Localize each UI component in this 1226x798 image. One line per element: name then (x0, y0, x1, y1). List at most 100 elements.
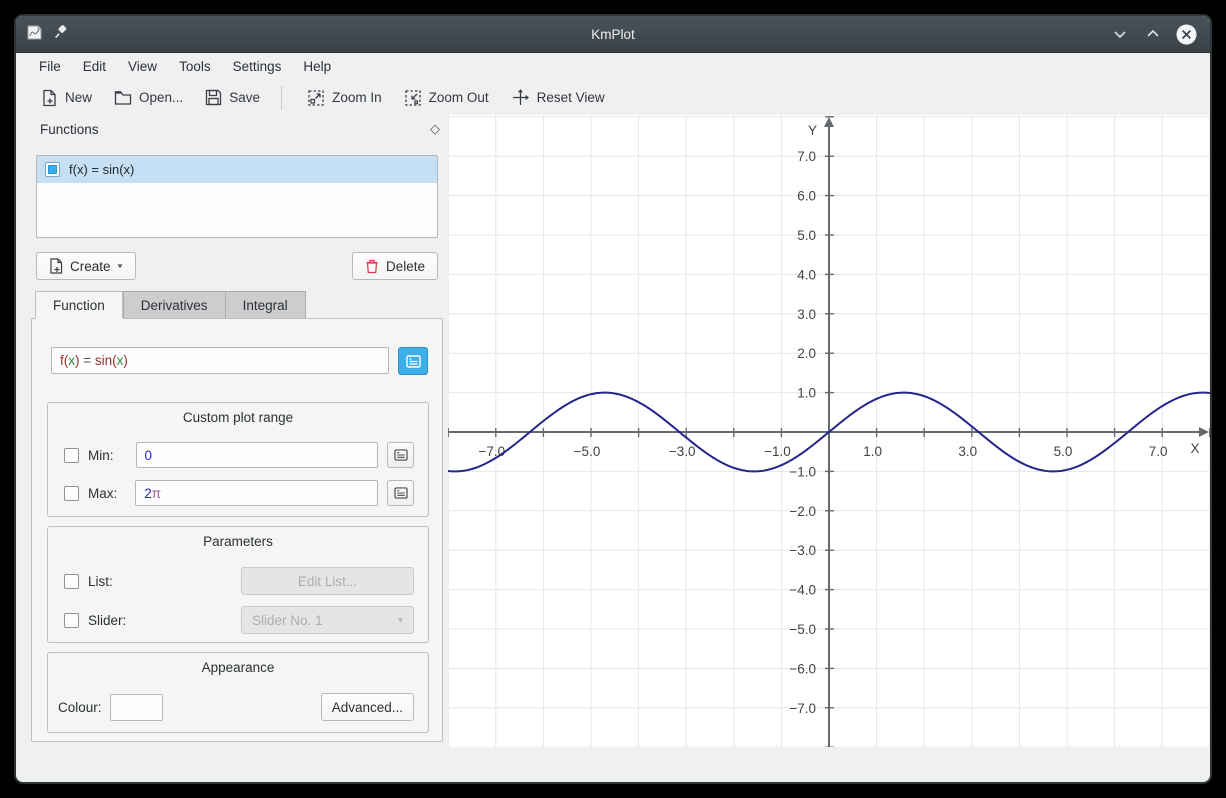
svg-text:7.0: 7.0 (797, 149, 816, 164)
svg-text:−3.0: −3.0 (789, 543, 816, 558)
menu-edit[interactable]: Edit (72, 55, 117, 78)
equation-input[interactable]: f(x) = sin(x) (51, 347, 389, 374)
parameter-list-label: List: (88, 574, 113, 589)
parameter-list-checkbox[interactable] (64, 574, 79, 589)
parameters-title: Parameters (48, 527, 428, 549)
menu-tools[interactable]: Tools (168, 55, 222, 78)
functions-dock: Functions ◇ f(x) = sin(x) Create ▾ Delet… (24, 115, 448, 765)
plot-svg: −7.0 −5.0 −3.0 −1.0 1.0 3.0 5.0 7.0 7.0 6.0 5.0 4.0… (448, 115, 1210, 747)
svg-text:6.0: 6.0 (797, 189, 816, 204)
combo-chevron-icon: ▾ (398, 616, 403, 625)
parameter-slider-checkbox[interactable] (64, 613, 79, 628)
dock-float-icon[interactable]: ◇ (430, 121, 440, 137)
zoom-out-icon (404, 89, 422, 107)
delete-button[interactable]: Delete (352, 252, 438, 280)
parameter-slider-label: Slider: (88, 613, 126, 628)
equation-list-icon (406, 355, 421, 368)
create-button[interactable]: Create ▾ (36, 252, 136, 280)
min-input[interactable]: 0 (136, 442, 379, 468)
svg-text:1.0: 1.0 (797, 386, 816, 401)
appearance-title: Appearance (48, 653, 428, 675)
svg-text:5.0: 5.0 (797, 228, 816, 243)
zoom-in-button[interactable]: Zoom In (298, 84, 391, 112)
svg-text:X: X (1190, 441, 1199, 456)
menu-file[interactable]: File (28, 55, 72, 78)
advanced-button[interactable]: Advanced... (321, 693, 414, 721)
colour-swatch-button[interactable] (110, 694, 163, 721)
function-list[interactable]: f(x) = sin(x) (36, 155, 438, 238)
svg-text:2.0: 2.0 (797, 346, 816, 361)
save-floppy-icon (205, 89, 222, 106)
menubar: File Edit View Tools Settings Help (16, 53, 1210, 80)
min-label: Min: (88, 448, 114, 463)
menu-view[interactable]: View (117, 55, 168, 78)
min-list-icon (394, 449, 408, 461)
tab-integral[interactable]: Integral (225, 291, 306, 319)
close-button[interactable] (1174, 22, 1198, 46)
kmplot-window: KmPlot File Edit View Tools Settings Hel… (14, 14, 1212, 784)
create-document-icon (49, 258, 63, 274)
svg-text:−2.0: −2.0 (789, 504, 816, 519)
menu-help[interactable]: Help (292, 55, 342, 78)
function-item-label: f(x) = sin(x) (69, 162, 134, 177)
colour-label: Colour: (58, 700, 102, 715)
plot-view[interactable]: −7.0 −5.0 −3.0 −1.0 1.0 3.0 5.0 7.0 7.0 6.0 5.0 4.0… (448, 115, 1210, 747)
reset-view-icon (511, 88, 530, 107)
max-list-icon (394, 487, 408, 499)
zoom-out-button[interactable]: Zoom Out (395, 84, 498, 112)
custom-plot-range-title: Custom plot range (48, 403, 428, 425)
zoom-in-icon (307, 89, 325, 107)
max-input[interactable]: 2π (135, 480, 378, 506)
svg-text:3.0: 3.0 (797, 307, 816, 322)
dock-title: Functions (40, 122, 99, 137)
appearance-group: Appearance Colour: Advanced... (47, 652, 429, 733)
titlebar[interactable]: KmPlot (16, 16, 1210, 53)
equation-editor-button[interactable] (398, 347, 428, 375)
open-folder-icon (114, 90, 132, 106)
menu-settings[interactable]: Settings (222, 55, 293, 78)
dock-header: Functions ◇ (24, 115, 448, 143)
svg-text:−5.0: −5.0 (574, 444, 601, 459)
svg-text:3.0: 3.0 (958, 444, 977, 459)
parameters-group: Parameters List: Edit List... Slider: Sl… (47, 526, 429, 643)
svg-text:1.0: 1.0 (863, 444, 882, 459)
svg-text:5.0: 5.0 (1054, 444, 1073, 459)
min-checkbox[interactable] (64, 448, 79, 463)
svg-text:−3.0: −3.0 (669, 444, 696, 459)
open-button[interactable]: Open... (105, 85, 192, 111)
editor-tabs: Function Derivatives Integral (35, 291, 306, 319)
maximize-button[interactable] (1141, 22, 1165, 46)
app-icon (26, 24, 43, 44)
edit-list-button[interactable]: Edit List... (241, 567, 414, 595)
function-list-item[interactable]: f(x) = sin(x) (37, 156, 437, 183)
save-button[interactable]: Save (196, 84, 269, 111)
pin-icon[interactable] (53, 25, 68, 43)
svg-text:−1.0: −1.0 (764, 444, 791, 459)
chevron-down-icon: ▾ (118, 262, 123, 271)
toolbar-separator (281, 86, 282, 110)
svg-text:−4.0: −4.0 (789, 583, 816, 598)
svg-text:4.0: 4.0 (797, 267, 816, 282)
svg-text:7.0: 7.0 (1149, 444, 1168, 459)
max-editor-button[interactable] (387, 480, 414, 506)
function-tab-panel: f(x) = sin(x) Custom plot range Min: 0 (31, 318, 443, 742)
min-editor-button[interactable] (387, 442, 414, 468)
svg-text:Y: Y (808, 123, 817, 138)
minimize-button[interactable] (1108, 22, 1132, 46)
new-button[interactable]: New (32, 84, 101, 112)
max-checkbox[interactable] (64, 486, 79, 501)
svg-text:−5.0: −5.0 (789, 622, 816, 637)
reset-view-button[interactable]: Reset View (502, 83, 614, 112)
window-title: KmPlot (16, 27, 1210, 42)
new-document-icon (41, 89, 58, 107)
max-label: Max: (88, 486, 117, 501)
svg-text:−7.0: −7.0 (478, 444, 505, 459)
function-visible-checkbox[interactable] (45, 162, 60, 177)
tab-derivatives[interactable]: Derivatives (123, 291, 225, 319)
custom-plot-range-group: Custom plot range Min: 0 Max: 2π (47, 402, 429, 517)
tab-function[interactable]: Function (35, 291, 123, 319)
svg-text:−6.0: −6.0 (789, 661, 816, 676)
svg-text:−1.0: −1.0 (789, 464, 816, 479)
slider-select[interactable]: Slider No. 1 ▾ (241, 606, 414, 634)
toolbar: New Open... Save Zoom In Zoom Out Reset … (16, 80, 1210, 115)
